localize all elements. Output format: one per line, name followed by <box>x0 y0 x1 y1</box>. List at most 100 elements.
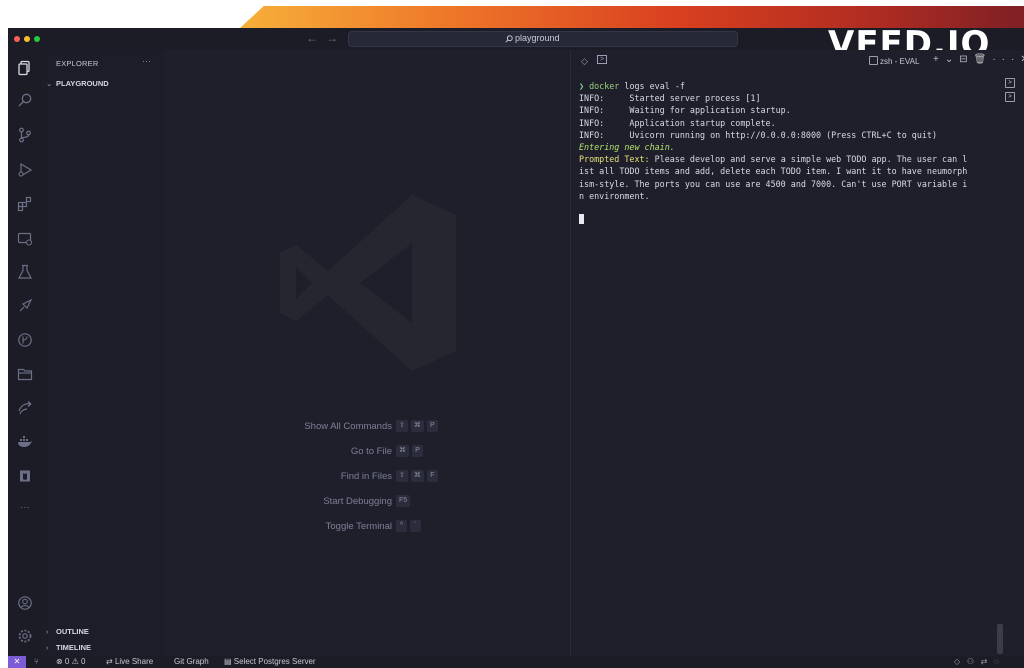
close-window-button[interactable] <box>14 36 20 42</box>
activity-bar: ··· <box>8 50 42 656</box>
command-center-text: playground <box>515 33 560 43</box>
docker-icon[interactable] <box>17 434 33 450</box>
status-right-icons[interactable]: ◇ ⚇ ⇄ ◌ <box>954 657 999 666</box>
remote-indicator[interactable]: ✕ <box>8 656 26 668</box>
search-icon <box>505 35 513 43</box>
maximize-window-button[interactable] <box>34 36 40 42</box>
folder-playground[interactable]: ⌄ PLAYGROUND <box>46 79 109 88</box>
prompt-symbol: ❯ <box>579 81 585 91</box>
panel-tab-icon[interactable]: ◇ <box>581 56 588 67</box>
prompted-line: ist all TODO items and add, delete each … <box>579 166 968 177</box>
shortcut-label: Go to File <box>350 446 392 457</box>
problems-indicator[interactable]: ⊗ 0 ⚠ 0 <box>56 657 85 666</box>
forward-arrow-icon[interactable]: → <box>326 31 346 45</box>
log-line: INFO: Uvicorn running on http://0.0.0.0:… <box>579 129 937 140</box>
prompted-line: ism-style. The ports you can use are 450… <box>579 178 968 189</box>
shortcut-row[interactable]: Start Debugging F5 <box>164 495 570 509</box>
terminal-instance-icon[interactable]: > <box>1005 92 1015 102</box>
log-line: INFO: Application startup complete. <box>579 117 776 128</box>
sidebar-title: EXPLORER <box>56 59 99 68</box>
keycap: F <box>426 470 438 482</box>
sidebar-more-icon[interactable]: ··· <box>142 56 151 66</box>
shortcut-row[interactable]: Show All Commands ⇧ ⌘ P <box>164 420 570 434</box>
chevron-down-icon: ⌄ <box>46 79 53 88</box>
terminal-output[interactable]: ❯ docker logs eval -f INFO: Started serv… <box>579 80 999 226</box>
close-panel-icon[interactable]: ✕ <box>1020 54 1024 65</box>
command-args: logs eval -f <box>619 81 685 91</box>
terminal-panel: ◇ > zsh - EVAL +⌄⊟🗑···✕ ❯ docker logs ev… <box>570 50 1024 656</box>
terminal-scrollbar[interactable] <box>997 624 1003 654</box>
shortcut-row[interactable]: Toggle Terminal ^ ` <box>164 520 570 534</box>
command-center-search[interactable]: playground <box>348 31 738 47</box>
trash-icon[interactable]: 🗑 <box>974 54 993 65</box>
keycap: P <box>426 420 438 432</box>
outline-section[interactable]: › OUTLINE <box>46 627 89 636</box>
status-bar: ✕ ⑂ ⊗ 0 ⚠ 0 ⇄ Live Share Git Graph ▤ Sel… <box>8 656 1024 668</box>
back-arrow-icon[interactable]: ← <box>306 31 326 45</box>
shortcut-row[interactable]: Go to File ⌘ P <box>164 445 570 459</box>
terminal-name: zsh - EVAL <box>880 57 920 66</box>
log-line: INFO: Started server process [1] <box>579 93 761 104</box>
terminal-tab-icon[interactable]: > <box>597 55 608 64</box>
prompted-line: n environment. <box>579 190 650 201</box>
video-top-strip <box>0 0 1024 28</box>
git-graph-status[interactable]: Git Graph <box>174 657 209 666</box>
prompted-label: Prompted Text: <box>579 154 650 165</box>
terminal-list: > > <box>1005 78 1015 106</box>
more-actions-icon[interactable]: ··· <box>992 54 1020 65</box>
database-icon: ▤ <box>224 657 234 666</box>
shortcut-label: Toggle Terminal <box>325 521 392 532</box>
live-share-icon[interactable] <box>17 400 33 416</box>
settings-gear-icon[interactable] <box>17 628 33 644</box>
keycap: P <box>412 445 423 457</box>
run-debug-icon[interactable] <box>17 162 33 178</box>
title-bar: ←→ playground VEED.IO <box>8 28 1024 64</box>
rest-client-icon[interactable] <box>17 298 33 314</box>
minimize-window-button[interactable] <box>24 36 30 42</box>
explorer-icon[interactable] <box>17 60 33 76</box>
split-terminal-icon[interactable]: ⊟ <box>959 54 973 65</box>
more-icon[interactable]: ··· <box>17 502 33 518</box>
vscode-window: ←→ playground VEED.IO ··· EXPLORER ··· ⌄… <box>8 28 1024 668</box>
shortcut-row[interactable]: Find in Files ⇧ ⌘ F <box>164 470 570 484</box>
keycap: ⇧ <box>396 470 408 482</box>
shortcut-keys: ^ ` <box>396 520 421 532</box>
editor-area: Show All Commands ⇧ ⌘ P Go to File ⌘ P Find in … <box>164 50 570 656</box>
shortcut-label: Show All Commands <box>304 421 392 432</box>
chevron-down-icon[interactable]: ⌄ <box>945 54 959 65</box>
remote-explorer-icon[interactable] <box>17 231 33 247</box>
terminal-cursor <box>579 214 584 225</box>
terminal-instance-icon[interactable]: > <box>1005 78 1015 88</box>
keycap: ⌘ <box>410 470 424 482</box>
extensions-icon[interactable] <box>17 196 33 212</box>
search-icon[interactable] <box>17 92 33 108</box>
new-terminal-icon[interactable]: + <box>933 54 945 65</box>
account-icon[interactable] <box>17 595 33 611</box>
timeline-section[interactable]: › TIMELINE <box>46 643 91 652</box>
keycap: F5 <box>396 495 411 507</box>
command-name: docker <box>589 81 620 91</box>
terminal-title[interactable]: zsh - EVAL <box>869 56 919 66</box>
terminal-icon <box>869 56 878 65</box>
live-share-status[interactable]: ⇄ Live Share <box>106 657 153 666</box>
prompted-line: Please develop and serve a simple web TO… <box>649 154 968 165</box>
source-control-icon[interactable] <box>17 127 33 143</box>
keycap: ⌘ <box>410 420 424 432</box>
git-graph-icon[interactable] <box>17 332 33 348</box>
chevron-right-icon: › <box>46 627 49 636</box>
vscode-logo-watermark <box>280 195 456 371</box>
postgres-status[interactable]: ▤ Select Postgres Server <box>224 657 316 666</box>
folder-icon[interactable] <box>17 366 33 382</box>
chain-line: Entering new chain. <box>579 142 675 153</box>
branch-icon[interactable]: ⑂ <box>34 657 39 666</box>
shortcut-label: Find in Files <box>340 471 392 482</box>
testing-icon[interactable] <box>17 264 33 280</box>
chevron-right-icon: › <box>46 643 49 652</box>
nav-arrows: ←→ <box>306 31 346 45</box>
timeline-label: TIMELINE <box>56 643 91 652</box>
shortcut-keys: ⇧ ⌘ F <box>396 470 438 482</box>
traffic-lights <box>14 36 40 42</box>
database-icon[interactable] <box>17 468 33 484</box>
explorer-sidebar: EXPLORER ··· ⌄ PLAYGROUND › OUTLINE › TIMEL… <box>42 50 164 656</box>
shortcut-keys: F5 <box>396 495 411 507</box>
